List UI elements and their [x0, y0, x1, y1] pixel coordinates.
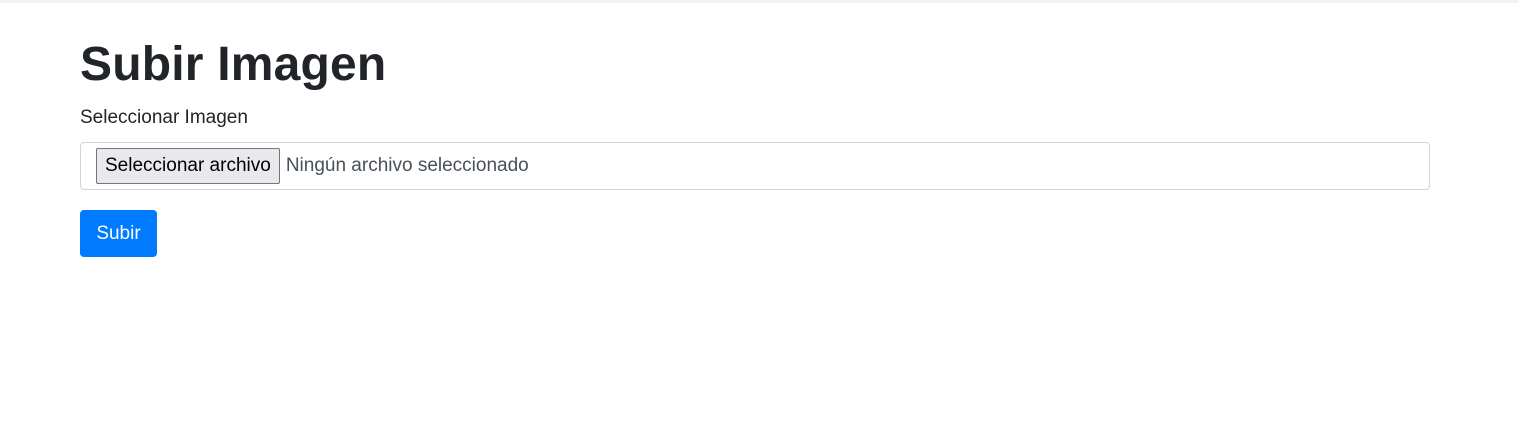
upload-page: Subir Imagen Seleccionar Imagen Seleccio…	[80, 36, 1430, 257]
browser-top-edge	[0, 0, 1519, 3]
image-upload-form: Seleccionar Imagen Seleccionar archivo N…	[80, 106, 1430, 257]
page-title: Subir Imagen	[80, 38, 387, 91]
image-file-label: Seleccionar Imagen	[80, 107, 248, 128]
choose-file-button[interactable]: Seleccionar archivo	[96, 148, 280, 184]
upload-submit-button[interactable]: Subir	[80, 210, 157, 257]
image-file-input[interactable]: Seleccionar archivo Ningún archivo selec…	[80, 142, 1430, 190]
file-selection-status: Ningún archivo seleccionado	[285, 155, 529, 176]
